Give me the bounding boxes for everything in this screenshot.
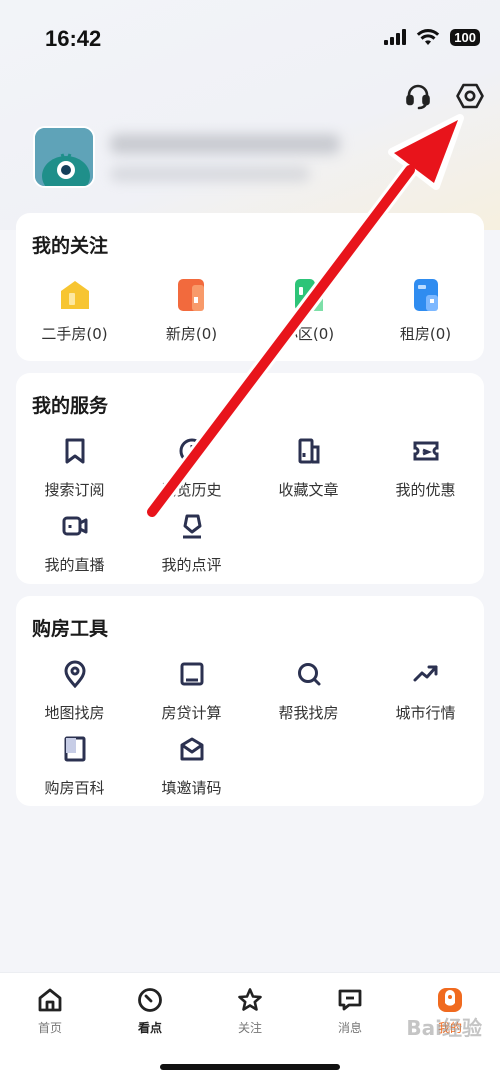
tool-item-label: 地图找房 — [44, 704, 105, 722]
tool-item-label: 房贷计算 — [161, 704, 222, 722]
follow-item-community[interactable]: 小区(0) — [250, 277, 367, 344]
home-icon — [35, 985, 65, 1015]
home-indicator — [160, 1064, 340, 1070]
bookmark-icon — [57, 433, 93, 469]
tab-discover[interactable]: 看点 — [100, 985, 200, 1036]
tool-item-mortgage[interactable]: 房贷计算 — [133, 656, 250, 723]
tool-item-encyclopedia[interactable]: 购房百科 — [16, 731, 133, 798]
follow-item-rent[interactable]: 租房(0) — [367, 277, 484, 344]
watermark: Bai经验 — [406, 1016, 482, 1040]
tab-home[interactable]: 首页 — [0, 985, 100, 1036]
history-icon — [174, 433, 210, 469]
tool-item-map[interactable]: 地图找房 — [16, 656, 133, 723]
section-title: 我的关注 — [32, 235, 109, 257]
service-item-subscription[interactable]: 搜索订阅 — [16, 433, 133, 500]
tab-label: 首页 — [37, 1021, 62, 1035]
service-item-label: 我的优惠 — [395, 481, 456, 499]
tab-label: 看点 — [137, 1021, 162, 1035]
service-item-reviews[interactable]: 我的点评 — [133, 508, 250, 575]
section-title: 购房工具 — [32, 618, 109, 640]
profile-icon — [435, 985, 465, 1015]
follow-card: 我的关注 二手房(0) 新房(0) 小区(0) 租房(0) — [16, 213, 484, 361]
article-icon — [291, 433, 327, 469]
tool-item-find[interactable]: 帮我找房 — [250, 656, 367, 723]
review-icon — [174, 508, 210, 544]
trend-icon — [408, 656, 444, 692]
service-item-label: 我的直播 — [44, 556, 105, 574]
service-item-label: 浏览历史 — [161, 481, 222, 499]
settings-hexagon-icon[interactable] — [454, 80, 486, 112]
blurred-user-info — [110, 166, 310, 182]
battery-indicator: 100 — [450, 28, 480, 46]
tool-item-label: 城市行情 — [395, 704, 456, 722]
blurred-username — [110, 134, 340, 154]
service-item-history[interactable]: 浏览历史 — [133, 433, 250, 500]
follow-item-label: 二手房(0) — [41, 325, 108, 343]
tab-messages[interactable]: 消息 — [300, 985, 400, 1036]
service-item-live[interactable]: 我的直播 — [16, 508, 133, 575]
follow-item-label: 新房(0) — [165, 325, 218, 343]
wifi-icon — [417, 29, 440, 45]
encyclopedia-icon — [57, 731, 93, 767]
follow-item-label: 小区(0) — [282, 325, 335, 343]
service-card: 我的服务 搜索订阅 浏览历史 收藏文章 我的优惠 我的直播 我的点评 — [16, 373, 484, 584]
user-profile[interactable] — [33, 126, 95, 188]
avatar[interactable] — [33, 126, 95, 188]
tab-label: 关注 — [237, 1021, 262, 1035]
star-icon — [235, 985, 265, 1015]
service-item-label: 收藏文章 — [278, 481, 339, 499]
calculator-icon — [174, 656, 210, 692]
community-icon — [291, 277, 327, 313]
top-actions — [402, 80, 486, 112]
rent-icon — [408, 277, 444, 313]
status-icons: 100 — [384, 28, 480, 46]
status-bar: 16:42 100 — [0, 0, 500, 80]
map-pin-icon — [57, 656, 93, 692]
cellular-signal-icon — [384, 29, 407, 45]
compass-icon — [135, 985, 165, 1015]
tool-item-label: 填邀请码 — [161, 779, 222, 797]
tool-item-market[interactable]: 城市行情 — [367, 656, 484, 723]
coupon-icon — [408, 433, 444, 469]
tab-label: 消息 — [337, 1021, 362, 1035]
follow-item-newhouse[interactable]: 新房(0) — [133, 277, 250, 344]
service-item-articles[interactable]: 收藏文章 — [250, 433, 367, 500]
follow-item-label: 租房(0) — [399, 325, 452, 343]
tab-follow[interactable]: 关注 — [200, 985, 300, 1036]
service-item-label: 我的点评 — [161, 556, 222, 574]
service-item-coupons[interactable]: 我的优惠 — [367, 433, 484, 500]
search-icon — [291, 656, 327, 692]
follow-item-secondhand[interactable]: 二手房(0) — [16, 277, 133, 344]
tools-card: 购房工具 地图找房 房贷计算 帮我找房 城市行情 购房百科 填邀请码 — [16, 596, 484, 806]
headset-icon[interactable] — [402, 80, 434, 112]
message-icon — [335, 985, 365, 1015]
tool-item-label: 帮我找房 — [278, 704, 339, 722]
live-video-icon — [57, 508, 93, 544]
section-title: 我的服务 — [32, 395, 109, 417]
tool-item-label: 购房百科 — [44, 779, 105, 797]
tool-item-invite[interactable]: 填邀请码 — [133, 731, 250, 798]
envelope-icon — [174, 731, 210, 767]
building-icon — [174, 277, 210, 313]
house-icon — [57, 277, 93, 313]
service-item-label: 搜索订阅 — [44, 481, 105, 499]
status-time: 16:42 — [45, 26, 102, 51]
